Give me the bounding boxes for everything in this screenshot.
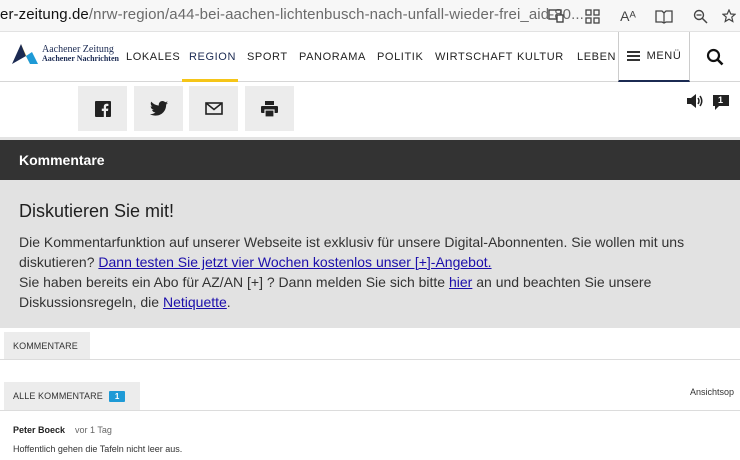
print-button[interactable] xyxy=(245,86,294,131)
zoom-out-icon[interactable] xyxy=(682,0,718,32)
comment-count: 1 xyxy=(718,95,724,105)
site-logo[interactable]: Aachener Zeitung Aachener Nachrichten xyxy=(12,44,119,64)
trial-offer-link[interactable]: Dann testen Sie jetzt vier Wochen kosten… xyxy=(98,254,491,270)
nav-leben[interactable]: LEBEN xyxy=(577,51,616,63)
discussion-text-2: Sie haben bereits ein Abo für AZ/AN [+] … xyxy=(19,274,449,290)
share-facebook-button[interactable] xyxy=(78,86,127,131)
tab-kommentare-label: KOMMENTARE xyxy=(13,340,78,351)
tab-alle-kommentare[interactable]: ALLE KOMMENTARE 1 xyxy=(4,382,140,410)
nav-region[interactable]: REGION xyxy=(189,51,236,63)
read-aloud-icon[interactable]: Aᴬ xyxy=(610,0,646,32)
favorite-star-icon[interactable] xyxy=(718,0,740,32)
discussion-text: Die Kommentarfunktion auf unserer Websei… xyxy=(19,232,731,312)
active-nav-indicator xyxy=(182,79,238,82)
audio-button[interactable] xyxy=(687,94,704,113)
nav-wirtschaft[interactable]: WIRTSCHAFT xyxy=(435,51,513,63)
url-field[interactable]: er-zeitung.de/nrw-region/a44-bei-aachen-… xyxy=(0,6,584,23)
nav-kultur[interactable]: KULTUR xyxy=(517,51,564,63)
nav-panorama[interactable]: PANORAMA xyxy=(299,51,366,63)
menu-button[interactable]: MENÜ xyxy=(618,32,690,82)
email-icon xyxy=(204,102,223,115)
search-icon xyxy=(706,48,724,66)
nav-sport[interactable]: SPORT xyxy=(247,51,288,63)
netiquette-link[interactable]: Netiquette xyxy=(163,294,227,310)
share-email-button[interactable] xyxy=(189,86,238,131)
url-domain: er-zeitung.de xyxy=(0,6,89,23)
tab-divider-2 xyxy=(0,410,740,411)
url-path: /nrw-region/a44-bei-aachen-lichtenbusch-… xyxy=(88,6,584,23)
logo-mark-icon xyxy=(12,44,38,64)
nav-lokales[interactable]: LOKALES xyxy=(126,51,180,63)
comments-header: Kommentare xyxy=(0,140,740,180)
tab-alle-label: ALLE KOMMENTARE xyxy=(13,391,103,401)
view-options-button[interactable]: Ansichtsop xyxy=(690,387,734,397)
reading-view-icon[interactable] xyxy=(646,0,682,32)
comment-time: vor 1 Tag xyxy=(75,425,112,435)
read-aloud-label: Aᴬ xyxy=(620,8,636,24)
discussion-title: Diskutieren Sie mit! xyxy=(19,201,175,221)
logo-line2: Aachener Nachrichten xyxy=(42,54,119,63)
nav-politik[interactable]: POLITIK xyxy=(377,51,423,63)
comment-text: Hoffentlich gehen die Tafeln nicht leer … xyxy=(13,444,183,454)
comments-count-button[interactable]: 1 xyxy=(713,95,729,115)
tab-divider xyxy=(0,359,740,360)
login-link[interactable]: hier xyxy=(449,274,472,290)
hamburger-icon xyxy=(626,51,640,61)
print-icon xyxy=(261,100,278,117)
comment-author[interactable]: Peter Boeck xyxy=(13,425,65,435)
comment-count-badge: 1 xyxy=(108,390,126,402)
logo-line1: Aachener Zeitung xyxy=(42,44,114,55)
discussion-box: Diskutieren Sie mit! Die Kommentarfunkti… xyxy=(0,180,740,328)
search-button[interactable] xyxy=(690,32,740,82)
share-twitter-button[interactable] xyxy=(134,86,183,131)
browser-address-bar: er-zeitung.de/nrw-region/a44-bei-aachen-… xyxy=(0,0,740,32)
tab-kommentare[interactable]: KOMMENTARE xyxy=(4,332,90,359)
site-navigation: Aachener Zeitung Aachener Nachrichten LO… xyxy=(0,32,740,82)
facebook-icon xyxy=(94,100,111,117)
app-available-icon[interactable] xyxy=(538,0,574,32)
apps-grid-icon[interactable] xyxy=(574,0,610,32)
speaker-icon xyxy=(687,94,703,108)
twitter-icon xyxy=(149,101,168,116)
menu-label: MENÜ xyxy=(646,50,682,62)
discussion-text-4: . xyxy=(226,294,231,310)
